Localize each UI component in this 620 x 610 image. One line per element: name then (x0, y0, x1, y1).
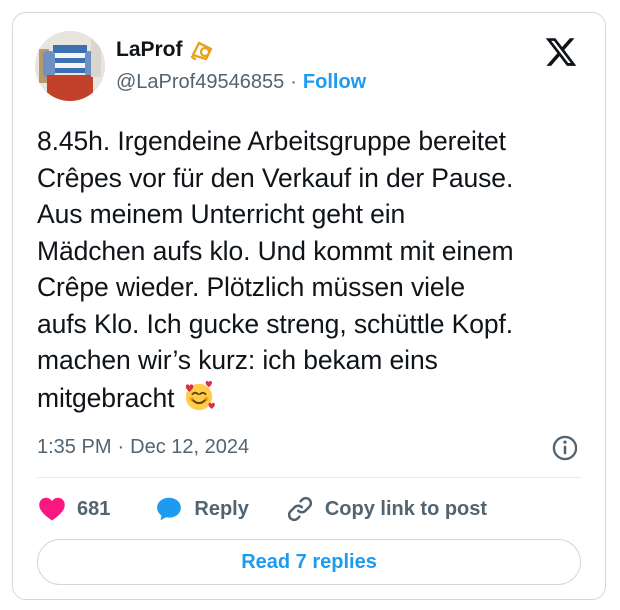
avatar[interactable] (35, 31, 105, 101)
separator-dot: · (117, 436, 125, 458)
tweet-card: LaProf @LaProf49546855 · Follow 8.45h. I… (12, 12, 606, 600)
link-icon (287, 496, 312, 522)
author-name[interactable]: LaProf (116, 38, 183, 62)
heart-icon (39, 497, 65, 521)
horn-emoji-icon (190, 41, 212, 61)
info-icon[interactable] (551, 434, 579, 462)
tweet-text: 8.45h. Irgendeine Arbeitsgruppe bereitet… (37, 123, 597, 416)
copy-link-label: Copy link to post (324, 497, 488, 520)
tweet-time[interactable]: 1:35 PM (37, 436, 111, 459)
tweet-date[interactable]: Dec 12, 2024 (130, 436, 249, 459)
avatar-image (35, 31, 105, 101)
reply-button[interactable]: Reply (154, 494, 249, 524)
reply-label: Reply (194, 497, 249, 520)
tweet-body: 8.45h. Irgendeine Arbeitsgruppe bereitet… (37, 126, 514, 413)
author-handle[interactable]: @LaProf49546855 (116, 71, 284, 94)
follow-button[interactable]: Follow (303, 71, 366, 94)
separator-dot: · (290, 71, 297, 93)
action-bar: 681 Reply Copy link to post (37, 493, 487, 525)
x-logo-icon[interactable] (543, 35, 579, 69)
reply-bubble-icon (157, 497, 182, 521)
copy-link-button[interactable]: Copy link to post (285, 494, 487, 524)
divider (37, 477, 581, 478)
read-replies-label: Read 7 replies (241, 550, 377, 573)
smiling-face-with-hearts-icon (185, 380, 215, 410)
like-count: 681 (77, 497, 111, 520)
read-replies-button[interactable]: Read 7 replies (37, 539, 581, 585)
like-button[interactable]: 681 (37, 494, 110, 524)
